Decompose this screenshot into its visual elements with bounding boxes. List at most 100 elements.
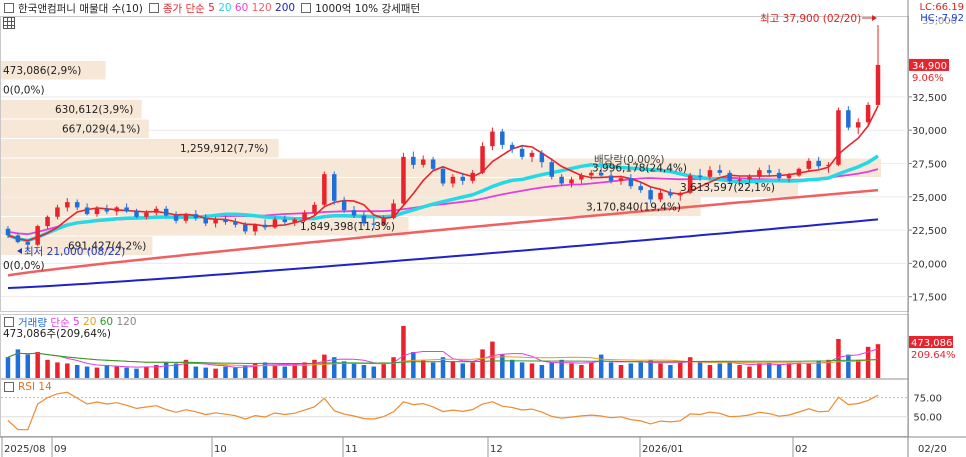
volume-bar [5, 357, 11, 378]
candle [796, 167, 802, 177]
candle-body [55, 207, 60, 217]
stock-chart[interactable]: 17,500 20,000 22,500 25,000 27,500 30,000 32,5… [0, 0, 966, 457]
volume-profile-label: 630,612(3,9%) [55, 104, 133, 116]
candle-body [74, 202, 80, 208]
volume-bar [420, 359, 426, 378]
volume-bar [490, 341, 495, 378]
volume-bar [114, 366, 119, 378]
volume-ma-120: 120 [116, 316, 137, 328]
candle-body [233, 222, 238, 225]
candle [35, 224, 40, 247]
candle-body [163, 208, 169, 216]
candle-body [539, 152, 545, 163]
volume-bar [213, 368, 218, 378]
volume-bar [608, 362, 614, 378]
date-label: 02 [795, 444, 808, 455]
candle-body [638, 186, 643, 191]
candle-body [559, 176, 564, 184]
candle-body [223, 219, 228, 223]
rsi-title: RSI 14 [18, 381, 52, 393]
current-volume: 473,086 [911, 338, 952, 349]
candle-body [420, 159, 426, 165]
volume-bar [618, 365, 624, 378]
candle-body [173, 215, 179, 221]
candle-body [203, 218, 208, 224]
volume-profile-label: 3,170,840(19,4%) [586, 202, 681, 214]
volume-bar [500, 354, 505, 378]
ma-period-120: 120 [251, 2, 272, 14]
volume-profile-label: 667,029(4,1%) [62, 124, 140, 136]
grid-icon[interactable] [3, 17, 15, 29]
candle-body [104, 208, 110, 212]
volume-bar [460, 363, 466, 378]
candle-body [509, 144, 515, 149]
volume-bar [104, 365, 110, 378]
volume-bar [134, 368, 139, 378]
volume-bar [351, 363, 357, 378]
price-tick-label: 20,000 [912, 259, 947, 270]
candle-body [855, 122, 861, 128]
high-annotation: 최고 37,900 (02/20) [760, 13, 861, 25]
candle [401, 152, 406, 205]
rsi-checkbox[interactable] [4, 382, 14, 392]
low-annotation: 최저 21,000 (08/22) [24, 246, 125, 258]
price-tick-label: 25,000 [912, 193, 947, 204]
volume-bar [94, 367, 100, 378]
hc-value: HC:-7.92 [920, 13, 964, 24]
volume-bar [470, 362, 475, 378]
pattern-checkbox[interactable] [301, 3, 312, 13]
volume-bar [322, 354, 327, 378]
volume-profile-label: 3,613,597(22,1%) [680, 182, 775, 194]
volume-bar [163, 362, 169, 378]
candle-body [737, 179, 742, 181]
candle [855, 118, 861, 135]
current-change: 9.06% [912, 73, 944, 84]
volume-bar [598, 354, 604, 378]
volume-bar [144, 366, 149, 378]
candle-body [579, 175, 584, 180]
volume-bar [84, 366, 90, 378]
volume-bar [74, 365, 80, 378]
candle-body [292, 219, 297, 223]
volume-profile-label: 0(0,0%) [3, 85, 45, 97]
chart-header: 한국앤컴퍼니 매물대 수(10) 종가 단순 5 20 60 120 200 1… [0, 0, 420, 16]
price-tick-label: 27,500 [912, 160, 947, 171]
candle-body [608, 175, 614, 181]
volume-bar [35, 352, 40, 378]
candle-body [262, 224, 268, 228]
volume-bar [757, 363, 762, 378]
volume-bar [855, 359, 861, 378]
candle-body [490, 131, 495, 147]
header-checkbox[interactable] [4, 3, 14, 13]
volume-bar [806, 363, 812, 378]
candle [875, 24, 881, 107]
volume-bar [233, 367, 238, 378]
ma-period-60: 60 [234, 2, 249, 14]
date-label: 2025/08 [4, 444, 46, 455]
candle-body [648, 190, 653, 200]
volume-bar [589, 362, 594, 378]
price-tick-label: 30,000 [912, 126, 947, 137]
volume-bar [687, 357, 693, 378]
candle-body [391, 203, 396, 219]
volume-bar [45, 359, 50, 378]
volume-bar [658, 363, 663, 378]
price-tick-label: 32,500 [912, 93, 947, 104]
candle-body [757, 170, 762, 177]
ma-title: 종가 단순 [162, 2, 205, 15]
candle-body [154, 208, 159, 213]
candle-body [94, 208, 100, 215]
ma-checkbox[interactable] [148, 3, 159, 13]
candle-body [322, 174, 327, 205]
volume-bar [55, 362, 60, 378]
volume-bar [391, 357, 396, 378]
candle-body [193, 214, 199, 219]
candle-body [697, 175, 703, 177]
candle-body [35, 226, 40, 245]
candle-body [134, 211, 139, 217]
candle-body [519, 148, 525, 157]
candle-body [25, 242, 31, 245]
volume-bar [846, 354, 851, 378]
volume-bar [509, 359, 515, 378]
pattern-label: 1000억 10% 강세패턴 [315, 2, 421, 15]
